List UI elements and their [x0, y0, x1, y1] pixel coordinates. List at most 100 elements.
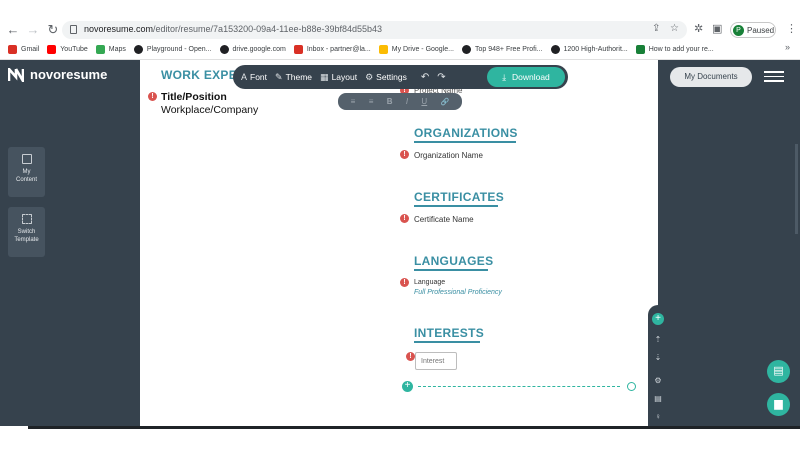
- font-icon: A: [241, 72, 248, 82]
- template-icon: [21, 214, 32, 224]
- bookmark-how-to[interactable]: How to add your re...: [635, 44, 714, 54]
- warning-icon: !: [400, 150, 409, 159]
- bookmark-high-authority[interactable]: 1200 High-Authorit...: [550, 44, 628, 54]
- extensions-icon[interactable]: ✲: [694, 22, 703, 35]
- left-sidebar: novoresume My Content Switch Template: [0, 60, 140, 426]
- work-experience-heading[interactable]: WORK EXPE: [161, 68, 237, 82]
- chat-icon[interactable]: ▆: [767, 393, 790, 416]
- bulb-icon[interactable]: ♀: [653, 412, 663, 422]
- layout-button[interactable]: ▦ Layout: [320, 72, 357, 83]
- bookmark-star-icon[interactable]: ☆: [670, 23, 679, 34]
- content-icon: [21, 154, 32, 164]
- warning-icon: !: [406, 352, 415, 361]
- my-content-label-2: Content: [15, 177, 37, 183]
- maps-icon: [95, 44, 105, 54]
- download-button[interactable]: ⤓ Download: [487, 67, 565, 87]
- interests-heading[interactable]: INTERESTS: [414, 326, 484, 340]
- bolt-icon: [635, 44, 645, 54]
- language-proficiency[interactable]: Full Professional Proficiency: [414, 289, 502, 296]
- globe-icon: [219, 44, 229, 54]
- theme-button[interactable]: ✎ Theme: [275, 72, 312, 83]
- undo-icon[interactable]: ↶: [421, 72, 429, 83]
- organizations-underline: [414, 141, 516, 143]
- bookmark-my-drive[interactable]: My Drive - Google...: [378, 44, 454, 54]
- globe-icon: [550, 44, 560, 54]
- warning-icon: !: [400, 278, 409, 287]
- align-left-icon[interactable]: ≡: [351, 97, 356, 106]
- bookmarks-more-icon[interactable]: »: [785, 42, 790, 52]
- move-down-icon[interactable]: ⇣: [653, 353, 663, 363]
- interests-underline: [414, 341, 480, 343]
- bookmark-gmail[interactable]: Gmail: [8, 44, 39, 54]
- warning-icon: !: [400, 214, 409, 223]
- address-bar[interactable]: novoresume.com/editor/resume/7a153200-09…: [62, 21, 687, 39]
- switch-template-button[interactable]: Switch Template: [8, 207, 45, 257]
- text-format-bar: ≡ ≡ B I U 🔗: [338, 93, 462, 110]
- switch-template-label-2: Template: [14, 237, 39, 243]
- italic-icon[interactable]: I: [406, 97, 408, 106]
- scrollbar[interactable]: [795, 144, 798, 234]
- bookmark-youtube[interactable]: YouTube: [47, 44, 88, 54]
- bookmark-playground[interactable]: Playground - Open...: [133, 44, 212, 54]
- theme-label: Theme: [285, 72, 313, 82]
- youtube-icon: [47, 44, 57, 54]
- bookmark-inbox[interactable]: Inbox - partner@la...: [293, 44, 371, 54]
- logo[interactable]: novoresume: [7, 65, 108, 86]
- work-title[interactable]: Title/Position: [161, 91, 227, 103]
- settings-button[interactable]: ⚙ Settings: [365, 72, 407, 83]
- reload-icon[interactable]: ↻: [46, 23, 60, 37]
- download-icon: ⤓: [502, 71, 506, 82]
- profile-button[interactable]: P Paused: [730, 22, 776, 38]
- languages-underline: [414, 269, 488, 271]
- forward-icon[interactable]: →: [26, 23, 40, 37]
- side-panel-icon[interactable]: ▣: [712, 22, 722, 35]
- drive-icon: [378, 44, 388, 54]
- certificate-name[interactable]: Certificate Name: [414, 215, 474, 224]
- certificates-heading[interactable]: CERTIFICATES: [414, 190, 504, 204]
- redo-icon[interactable]: ↷: [437, 72, 445, 83]
- bookmark-maps[interactable]: Maps: [95, 44, 126, 54]
- settings-label: Settings: [376, 72, 407, 82]
- site-icon: [462, 44, 471, 54]
- logo-text: novoresume: [30, 67, 108, 82]
- add-section-plus-icon[interactable]: +: [402, 381, 413, 392]
- avatar: P: [733, 24, 744, 36]
- language-name[interactable]: Language: [414, 279, 445, 286]
- share-icon[interactable]: ⇪: [652, 23, 660, 34]
- section-tools-strip: + ⇡ ⇣ ⚙ ▤ ♀: [648, 305, 668, 426]
- languages-heading[interactable]: LANGUAGES: [414, 254, 493, 268]
- align-justify-icon[interactable]: ≡: [369, 97, 374, 106]
- add-section-line[interactable]: [418, 386, 620, 387]
- bookmark-top-profiles[interactable]: Top 948+ Free Profi...: [462, 44, 543, 54]
- bold-icon[interactable]: B: [387, 97, 393, 106]
- novoresume-logo-icon: [7, 65, 25, 86]
- my-content-button[interactable]: My Content: [8, 147, 45, 197]
- move-up-icon[interactable]: ⇡: [653, 335, 663, 345]
- switch-template-label: Switch: [17, 229, 36, 235]
- organization-name[interactable]: Organization Name: [414, 151, 483, 160]
- certificates-underline: [414, 205, 498, 207]
- menu-dots-icon[interactable]: ⋮: [786, 22, 797, 35]
- font-button[interactable]: A Font: [241, 72, 267, 82]
- organizations-heading[interactable]: ORGANIZATIONS: [414, 126, 518, 140]
- my-content-label: My: [22, 169, 31, 175]
- interest-input[interactable]: [415, 352, 457, 370]
- add-entry-icon[interactable]: +: [652, 313, 664, 325]
- link-icon[interactable]: 🔗: [441, 98, 450, 106]
- gmail-icon: [8, 44, 17, 54]
- review-doc-icon[interactable]: ▤: [767, 360, 790, 383]
- editor-toolbar: A Font ✎ Theme ▦ Layout ⚙ Settings ↶ ↷ ⤓ Down…: [233, 65, 568, 89]
- warning-icon: !: [148, 92, 157, 101]
- hamburger-menu-icon[interactable]: [764, 71, 784, 82]
- underline-icon[interactable]: U: [421, 97, 427, 106]
- work-company[interactable]: Workplace/Company: [161, 104, 258, 116]
- my-documents-button[interactable]: My Documents: [670, 67, 752, 87]
- section-settings-icon[interactable]: ⚙: [653, 376, 663, 386]
- brush-icon: ✎: [275, 71, 283, 82]
- add-section-end-handle[interactable]: [627, 382, 636, 391]
- lock-icon: [70, 25, 77, 34]
- calendar-icon[interactable]: ▤: [653, 394, 663, 404]
- back-icon[interactable]: ←: [6, 23, 20, 37]
- bookmark-drive-site[interactable]: drive.google.com: [219, 44, 286, 54]
- layout-icon: ▦: [320, 71, 329, 82]
